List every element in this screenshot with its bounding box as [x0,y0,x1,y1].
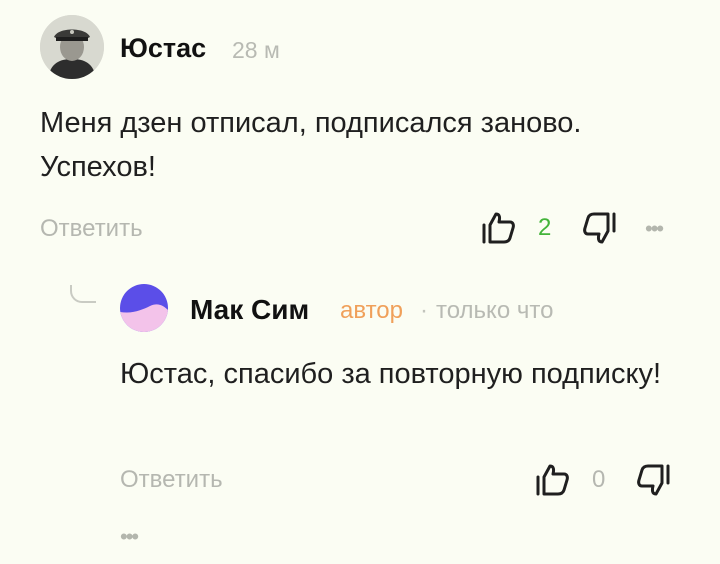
like-count: 0 [592,466,606,493]
reply-time: только что [436,297,554,324]
more-options-button[interactable]: ••• [120,522,139,552]
thumbs-up-icon [482,212,515,244]
author-badge: автор [340,297,403,324]
thumbs-down-icon [583,212,616,244]
avatar[interactable] [40,15,104,79]
dislike-button[interactable] [580,208,620,248]
separator-dot: · [420,297,428,324]
like-button[interactable] [532,460,572,500]
like-count: 2 [538,214,552,241]
reply-button[interactable]: Ответить [40,214,143,244]
user-photo-icon [40,15,104,79]
more-options-button[interactable]: ••• [645,214,664,244]
dislike-button[interactable] [634,460,674,500]
comment-time: 28 м [232,37,280,63]
avatar[interactable] [120,284,168,332]
comment-author[interactable]: Юстас [120,32,206,64]
thumbs-down-icon [637,464,670,496]
reply-author[interactable]: Мак Сим [190,294,309,326]
thumbs-up-icon [536,464,569,496]
channel-logo-icon [120,284,168,332]
like-button[interactable] [478,208,518,248]
comment-text: Меня дзен отписал, подписался заново. Ус… [40,107,582,183]
reply-button[interactable]: Ответить [120,465,223,495]
reply-thread-line [70,285,96,303]
reply-text: Юстас, спасибо за повторную подписку! [120,358,662,390]
